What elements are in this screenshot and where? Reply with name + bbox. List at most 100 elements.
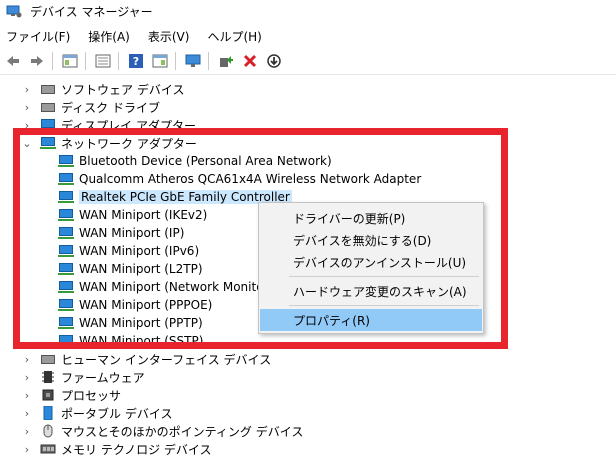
tree-item-network-adapters[interactable]: ⌄ ネットワーク アダプター bbox=[22, 134, 197, 152]
network-adapter-label: WAN Miniport (PPTP) bbox=[79, 316, 203, 330]
tree-item-disk-drives[interactable]: › ディスク ドライブ bbox=[22, 98, 160, 116]
network-adapter-icon bbox=[58, 262, 74, 276]
toolbar: ? bbox=[0, 48, 616, 75]
ctx-scan-hardware-changes[interactable]: ハードウェア変更のスキャン(A) bbox=[260, 280, 482, 302]
tree-item-portable-devices[interactable]: › ポータブル デバイス bbox=[22, 404, 172, 422]
network-adapter-label: WAN Miniport (SSTP) bbox=[79, 334, 204, 348]
menu-action[interactable]: 操作(A) bbox=[88, 28, 130, 45]
svg-text:?: ? bbox=[133, 55, 139, 68]
memory-device-icon bbox=[40, 442, 56, 456]
chevron-right-icon[interactable]: › bbox=[22, 425, 32, 438]
chevron-down-icon[interactable]: ⌄ bbox=[22, 137, 32, 150]
network-adapter-label: WAN Miniport (Network Monitor) bbox=[79, 280, 274, 294]
toolbar-separator bbox=[118, 52, 119, 70]
tree-item-label: ポータブル デバイス bbox=[61, 406, 173, 421]
tree-item-mice[interactable]: › マウスとそのほかのポインティング デバイス bbox=[22, 422, 303, 440]
network-adapter-icon bbox=[58, 226, 74, 240]
network-adapter-icon bbox=[58, 172, 74, 186]
tree-item-label: マウスとそのほかのポインティング デバイス bbox=[61, 424, 304, 439]
tree-item-label: ソフトウェア デバイス bbox=[61, 82, 185, 97]
network-adapter-item[interactable]: WAN Miniport (IPv6) bbox=[58, 242, 199, 260]
network-adapter-label: WAN Miniport (IPv6) bbox=[79, 244, 200, 258]
chevron-right-icon[interactable]: › bbox=[22, 371, 32, 384]
title-bar: デバイス マネージャー bbox=[0, 0, 616, 22]
list-view-icon[interactable] bbox=[92, 50, 114, 72]
network-adapter-item-selected[interactable]: Realtek PCIe GbE Family Controller bbox=[58, 188, 292, 206]
tree-item-human-interface-devices[interactable]: › ヒューマン インターフェイス デバイス bbox=[22, 350, 271, 368]
firmware-chip-icon bbox=[40, 370, 56, 384]
tree-item-label: メモリ テクノロジ デバイス bbox=[61, 442, 212, 457]
scan-monitor-icon[interactable] bbox=[182, 50, 204, 72]
chevron-right-icon[interactable]: › bbox=[22, 353, 32, 366]
tree-item-processors[interactable]: › プロセッサ bbox=[22, 386, 121, 404]
chevron-right-icon[interactable]: › bbox=[22, 407, 32, 420]
network-adapter-icon bbox=[40, 136, 56, 150]
hid-icon bbox=[40, 352, 56, 366]
tree-item-label: ネットワーク アダプター bbox=[61, 136, 197, 151]
toolbar-separator bbox=[175, 52, 176, 70]
processor-chip-icon bbox=[40, 388, 56, 402]
toolbar-separator bbox=[208, 52, 209, 70]
menu-bar: ファイル(F) 操作(A) 表示(V) ヘルプ(H) bbox=[0, 26, 616, 46]
network-adapter-icon bbox=[58, 244, 74, 258]
context-menu: ドライバーの更新(P) デバイスを無効にする(D) デバイスのアンインストール(… bbox=[258, 202, 484, 334]
mouse-icon bbox=[40, 424, 56, 438]
network-adapter-icon bbox=[58, 334, 74, 348]
network-adapter-label: WAN Miniport (IKEv2) bbox=[79, 208, 208, 222]
chevron-right-icon[interactable]: › bbox=[22, 101, 32, 114]
ctx-disable-device[interactable]: デバイスを無効にする(D) bbox=[260, 229, 482, 251]
disk-drive-icon bbox=[40, 100, 56, 114]
window-title: デバイス マネージャー bbox=[30, 4, 153, 19]
menu-file[interactable]: ファイル(F) bbox=[6, 28, 70, 45]
disable-download-icon[interactable] bbox=[263, 50, 285, 72]
tree-item-label: プロセッサ bbox=[61, 388, 122, 403]
chevron-right-icon[interactable]: › bbox=[22, 83, 32, 96]
tree-item-memory-technology-devices[interactable]: › メモリ テクノロジ デバイス bbox=[22, 440, 212, 458]
ctx-update-driver[interactable]: ドライバーの更新(P) bbox=[260, 207, 482, 229]
device-manager-icon bbox=[6, 4, 22, 18]
network-adapter-item[interactable]: WAN Miniport (L2TP) bbox=[58, 260, 203, 278]
tree-item-software-devices[interactable]: › ソフトウェア デバイス bbox=[22, 80, 185, 98]
chevron-right-icon[interactable]: › bbox=[22, 389, 32, 402]
network-adapter-item[interactable]: WAN Miniport (SSTP) bbox=[58, 332, 203, 350]
properties-pane-icon[interactable] bbox=[59, 50, 81, 72]
chevron-right-icon[interactable]: › bbox=[22, 119, 32, 132]
toolbar-separator bbox=[52, 52, 53, 70]
tree-item-display-adapters[interactable]: › ディスプレイ アダプター bbox=[22, 116, 196, 134]
network-adapter-label: WAN Miniport (PPPOE) bbox=[79, 298, 213, 312]
help-icon[interactable]: ? bbox=[125, 50, 147, 72]
network-adapter-item[interactable]: WAN Miniport (PPTP) bbox=[58, 314, 203, 332]
forward-arrow-icon[interactable] bbox=[26, 50, 48, 72]
details-pane-icon[interactable] bbox=[149, 50, 171, 72]
network-adapter-label: Bluetooth Device (Personal Area Network) bbox=[79, 154, 332, 168]
uninstall-x-icon[interactable] bbox=[239, 50, 261, 72]
menu-help[interactable]: ヘルプ(H) bbox=[207, 28, 261, 45]
network-adapter-icon bbox=[58, 190, 74, 204]
tree-item-label: ディスプレイ アダプター bbox=[61, 118, 196, 133]
back-arrow-icon[interactable] bbox=[2, 50, 24, 72]
tree-item-label: ディスク ドライブ bbox=[61, 100, 160, 115]
chevron-right-icon[interactable]: › bbox=[22, 443, 32, 456]
context-menu-separator bbox=[289, 276, 479, 277]
menu-view[interactable]: 表示(V) bbox=[148, 28, 190, 45]
software-device-icon bbox=[40, 82, 56, 96]
network-adapter-item[interactable]: WAN Miniport (IP) bbox=[58, 224, 184, 242]
network-adapter-item[interactable]: WAN Miniport (IKEv2) bbox=[58, 206, 207, 224]
network-adapter-icon bbox=[58, 208, 74, 222]
toolbar-separator bbox=[85, 52, 86, 70]
tree-item-firmware[interactable]: › ファームウェア bbox=[22, 368, 145, 386]
network-adapter-item[interactable]: WAN Miniport (PPPOE) bbox=[58, 296, 212, 314]
context-menu-separator bbox=[289, 305, 479, 306]
network-adapter-item[interactable]: Qualcomm Atheros QCA61x4A Wireless Netwo… bbox=[58, 170, 421, 188]
ctx-properties[interactable]: プロパティ(R) bbox=[260, 309, 482, 331]
display-adapter-icon bbox=[40, 118, 56, 132]
update-driver-icon[interactable] bbox=[215, 50, 237, 72]
network-adapter-icon bbox=[58, 280, 74, 294]
tree-item-label: ヒューマン インターフェイス デバイス bbox=[61, 352, 272, 367]
network-adapter-item[interactable]: Bluetooth Device (Personal Area Network) bbox=[58, 152, 332, 170]
network-adapter-label: Qualcomm Atheros QCA61x4A Wireless Netwo… bbox=[79, 172, 422, 186]
ctx-uninstall-device[interactable]: デバイスのアンインストール(U) bbox=[260, 251, 482, 273]
tree-item-label: ファームウェア bbox=[61, 370, 145, 385]
network-adapter-item[interactable]: WAN Miniport (Network Monitor) bbox=[58, 278, 273, 296]
network-adapter-icon bbox=[58, 298, 74, 312]
